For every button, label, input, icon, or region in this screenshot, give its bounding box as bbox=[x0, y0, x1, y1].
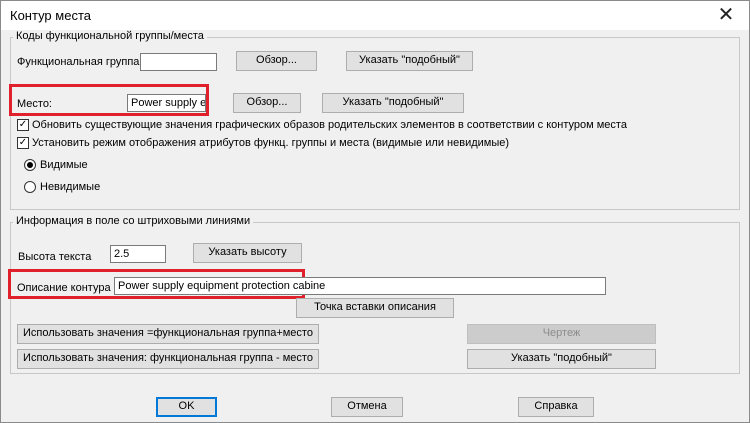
close-icon[interactable]: ✕ bbox=[714, 3, 738, 27]
update-checkbox[interactable]: ✓ bbox=[17, 119, 29, 131]
use-minus-values-button[interactable]: Использовать значения: функциональная гр… bbox=[17, 349, 319, 369]
codes-group-title: Коды функциональной группы/места bbox=[13, 30, 207, 42]
info-group-title: Информация в поле со штриховыми линиями bbox=[13, 215, 254, 227]
place-browse-button[interactable]: Обзор... bbox=[233, 93, 301, 113]
contour-desc-input[interactable]: Power supply equipment protection cabine bbox=[114, 277, 606, 295]
func-group-label: Функциональная группа: bbox=[17, 56, 143, 68]
cancel-button[interactable]: Отмена bbox=[331, 397, 403, 417]
place-label: Место: bbox=[17, 98, 52, 110]
drawing-button[interactable]: Чертеж bbox=[467, 324, 656, 344]
func-group-input[interactable] bbox=[140, 53, 217, 71]
ok-button[interactable]: OK bbox=[156, 397, 217, 417]
set-height-button[interactable]: Указать высоту bbox=[193, 243, 302, 263]
insert-point-button[interactable]: Точка вставки описания bbox=[296, 298, 454, 318]
radio-visible[interactable] bbox=[24, 159, 36, 171]
text-height-label: Высота текста bbox=[18, 251, 92, 263]
func-group-browse-button[interactable]: Обзор... bbox=[236, 51, 317, 71]
display-mode-checkbox[interactable]: ✓ bbox=[17, 137, 29, 149]
help-button[interactable]: Справка bbox=[518, 397, 594, 417]
radio-invisible[interactable] bbox=[24, 181, 36, 193]
place-input[interactable]: Power supply equ bbox=[127, 94, 206, 112]
title-bar bbox=[0, 0, 750, 30]
place-similar-button[interactable]: Указать "подобный" bbox=[322, 93, 464, 113]
radio-visible-label: Видимые bbox=[40, 159, 88, 171]
display-mode-checkbox-label: Установить режим отображения атрибутов ф… bbox=[32, 137, 510, 149]
checkmark-icon: ✓ bbox=[18, 137, 28, 148]
radio-invisible-label: Невидимые bbox=[40, 181, 101, 193]
checkmark-icon: ✓ bbox=[18, 119, 28, 130]
text-height-input[interactable]: 2.5 bbox=[110, 245, 166, 263]
use-plus-values-button[interactable]: Использовать значения =функциональная гр… bbox=[17, 324, 319, 344]
contour-desc-label: Описание контура bbox=[17, 282, 111, 294]
radio-selected-dot bbox=[27, 162, 33, 168]
info-similar-button[interactable]: Указать "подобный" bbox=[467, 349, 656, 369]
window-title: Контур места bbox=[10, 8, 91, 23]
func-group-similar-button[interactable]: Указать "подобный" bbox=[346, 51, 473, 71]
update-checkbox-label: Обновить существующие значения графическ… bbox=[32, 119, 627, 131]
